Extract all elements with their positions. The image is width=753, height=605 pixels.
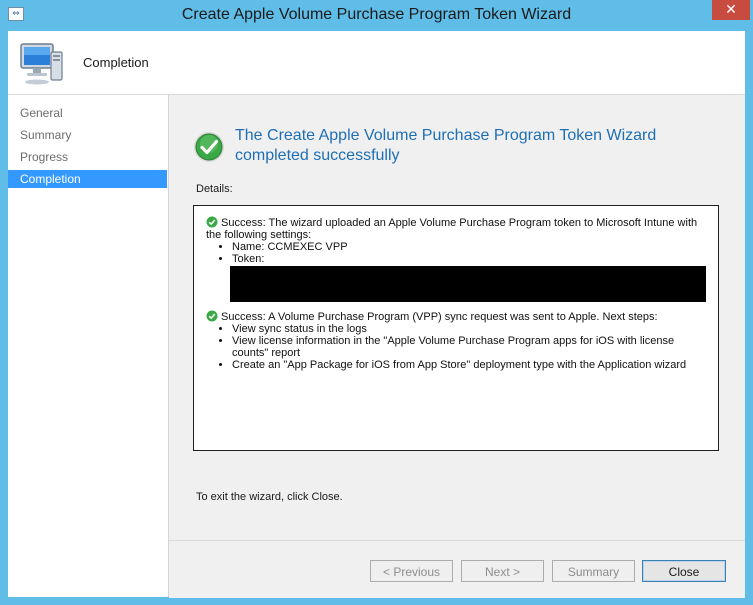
success-check-icon — [206, 310, 218, 322]
sync-success-text: Success: A Volume Purchase Program (VPP)… — [221, 311, 658, 323]
sidebar-item-label: Progress — [20, 150, 69, 164]
sidebar-item-summary[interactable]: Summary — [8, 126, 167, 144]
details-label: Details: — [196, 183, 233, 195]
summary-button[interactable]: Summary — [552, 560, 635, 582]
sidebar-item-label: Completion — [20, 172, 81, 186]
next-steps-list: View sync status in the logs View licens… — [206, 323, 711, 371]
list-item: View sync status in the logs — [232, 323, 711, 335]
list-item: Token: — [232, 253, 711, 265]
window-close-button[interactable]: ✕ — [712, 0, 750, 20]
computer-icon — [20, 43, 63, 85]
window-title: Create Apple Volume Purchase Program Tok… — [181, 6, 572, 23]
list-item: Create an "App Package for iOS from App … — [232, 359, 711, 371]
list-item: View license information in the "Apple V… — [232, 335, 684, 359]
details-box[interactable]: Success: The wizard uploaded an Apple Vo… — [193, 205, 719, 451]
list-item: Name: CCMEXEC VPP — [232, 241, 711, 253]
details-block-upload: Success: The wizard uploaded an Apple Vo… — [206, 216, 711, 302]
details-block-sync: Success: A Volume Purchase Program (VPP)… — [206, 310, 711, 371]
success-check-icon — [194, 132, 224, 162]
redacted-token — [230, 266, 706, 302]
main-panel: The Create Apple Volume Purchase Program… — [169, 95, 745, 540]
next-button[interactable]: Next > — [461, 560, 544, 582]
button-bar: < Previous Next > Summary Close — [169, 540, 745, 598]
sidebar-item-label: Summary — [20, 128, 72, 142]
wizard-client-area: Completion General Summary Progress Comp… — [8, 31, 745, 598]
sidebar-item-completion[interactable]: Completion — [8, 170, 167, 188]
wizard-window: ⇔ Create Apple Volume Purchase Program T… — [0, 0, 753, 605]
exit-instructions: To exit the wizard, click Close. — [196, 491, 343, 503]
sidebar-item-label: General — [20, 106, 63, 120]
success-check-icon — [206, 216, 218, 228]
page-header: Completion — [8, 31, 745, 95]
title-bar[interactable]: ⇔ Create Apple Volume Purchase Program T… — [0, 0, 753, 30]
close-button[interactable]: Close — [642, 560, 726, 582]
page-title: Completion — [83, 55, 149, 70]
previous-button[interactable]: < Previous — [370, 560, 453, 582]
wizard-steps-sidebar: General Summary Progress Completion — [8, 95, 169, 597]
sidebar-item-progress[interactable]: Progress — [8, 148, 167, 166]
upload-success-text: Success: The wizard uploaded an Apple Vo… — [206, 217, 698, 241]
upload-settings-list: Name: CCMEXEC VPP Token: — [206, 241, 711, 265]
completion-heading: The Create Apple Volume Purchase Program… — [235, 127, 657, 164]
sidebar-item-general[interactable]: General — [8, 104, 167, 122]
